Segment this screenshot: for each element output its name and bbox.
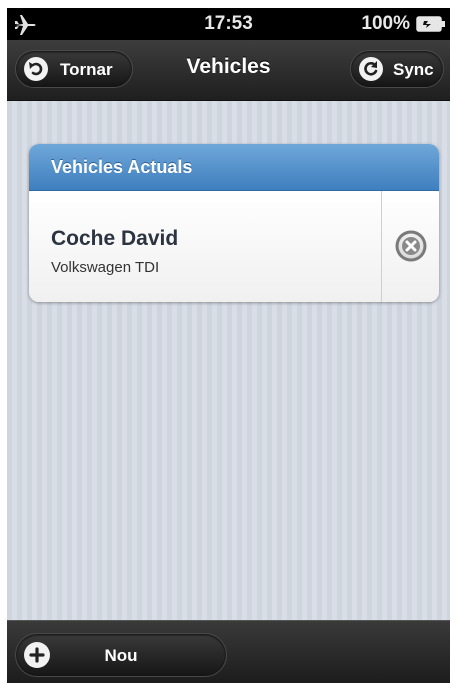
sync-button-label: Sync [393,60,434,79]
panel-header: Vehicles Actuals [29,144,439,191]
refresh-icon [359,57,383,81]
delete-vehicle-button[interactable] [382,191,439,302]
vehicle-list-item[interactable]: Coche David Volkswagen TDI [29,191,439,302]
status-bar: 17:53 100% [7,8,450,40]
sync-button[interactable]: Sync [350,50,444,88]
battery-percentage: 100% [361,13,410,34]
battery-icon [416,16,445,32]
app-screen: 17:53 100% Tornar Vehicles Sync Vehicles… [7,8,450,683]
vehicle-model: Volkswagen TDI [51,259,160,276]
vehicle-name: Coche David [51,227,179,250]
vehicles-panel: Vehicles Actuals Coche David Volkswagen … [29,144,439,302]
new-vehicle-label: Nou [104,646,138,665]
new-vehicle-button[interactable]: Nou [15,633,227,677]
navigation-bar: Tornar Vehicles Sync [7,40,450,101]
delete-icon [395,230,427,262]
bottom-toolbar: Nou [7,620,450,683]
